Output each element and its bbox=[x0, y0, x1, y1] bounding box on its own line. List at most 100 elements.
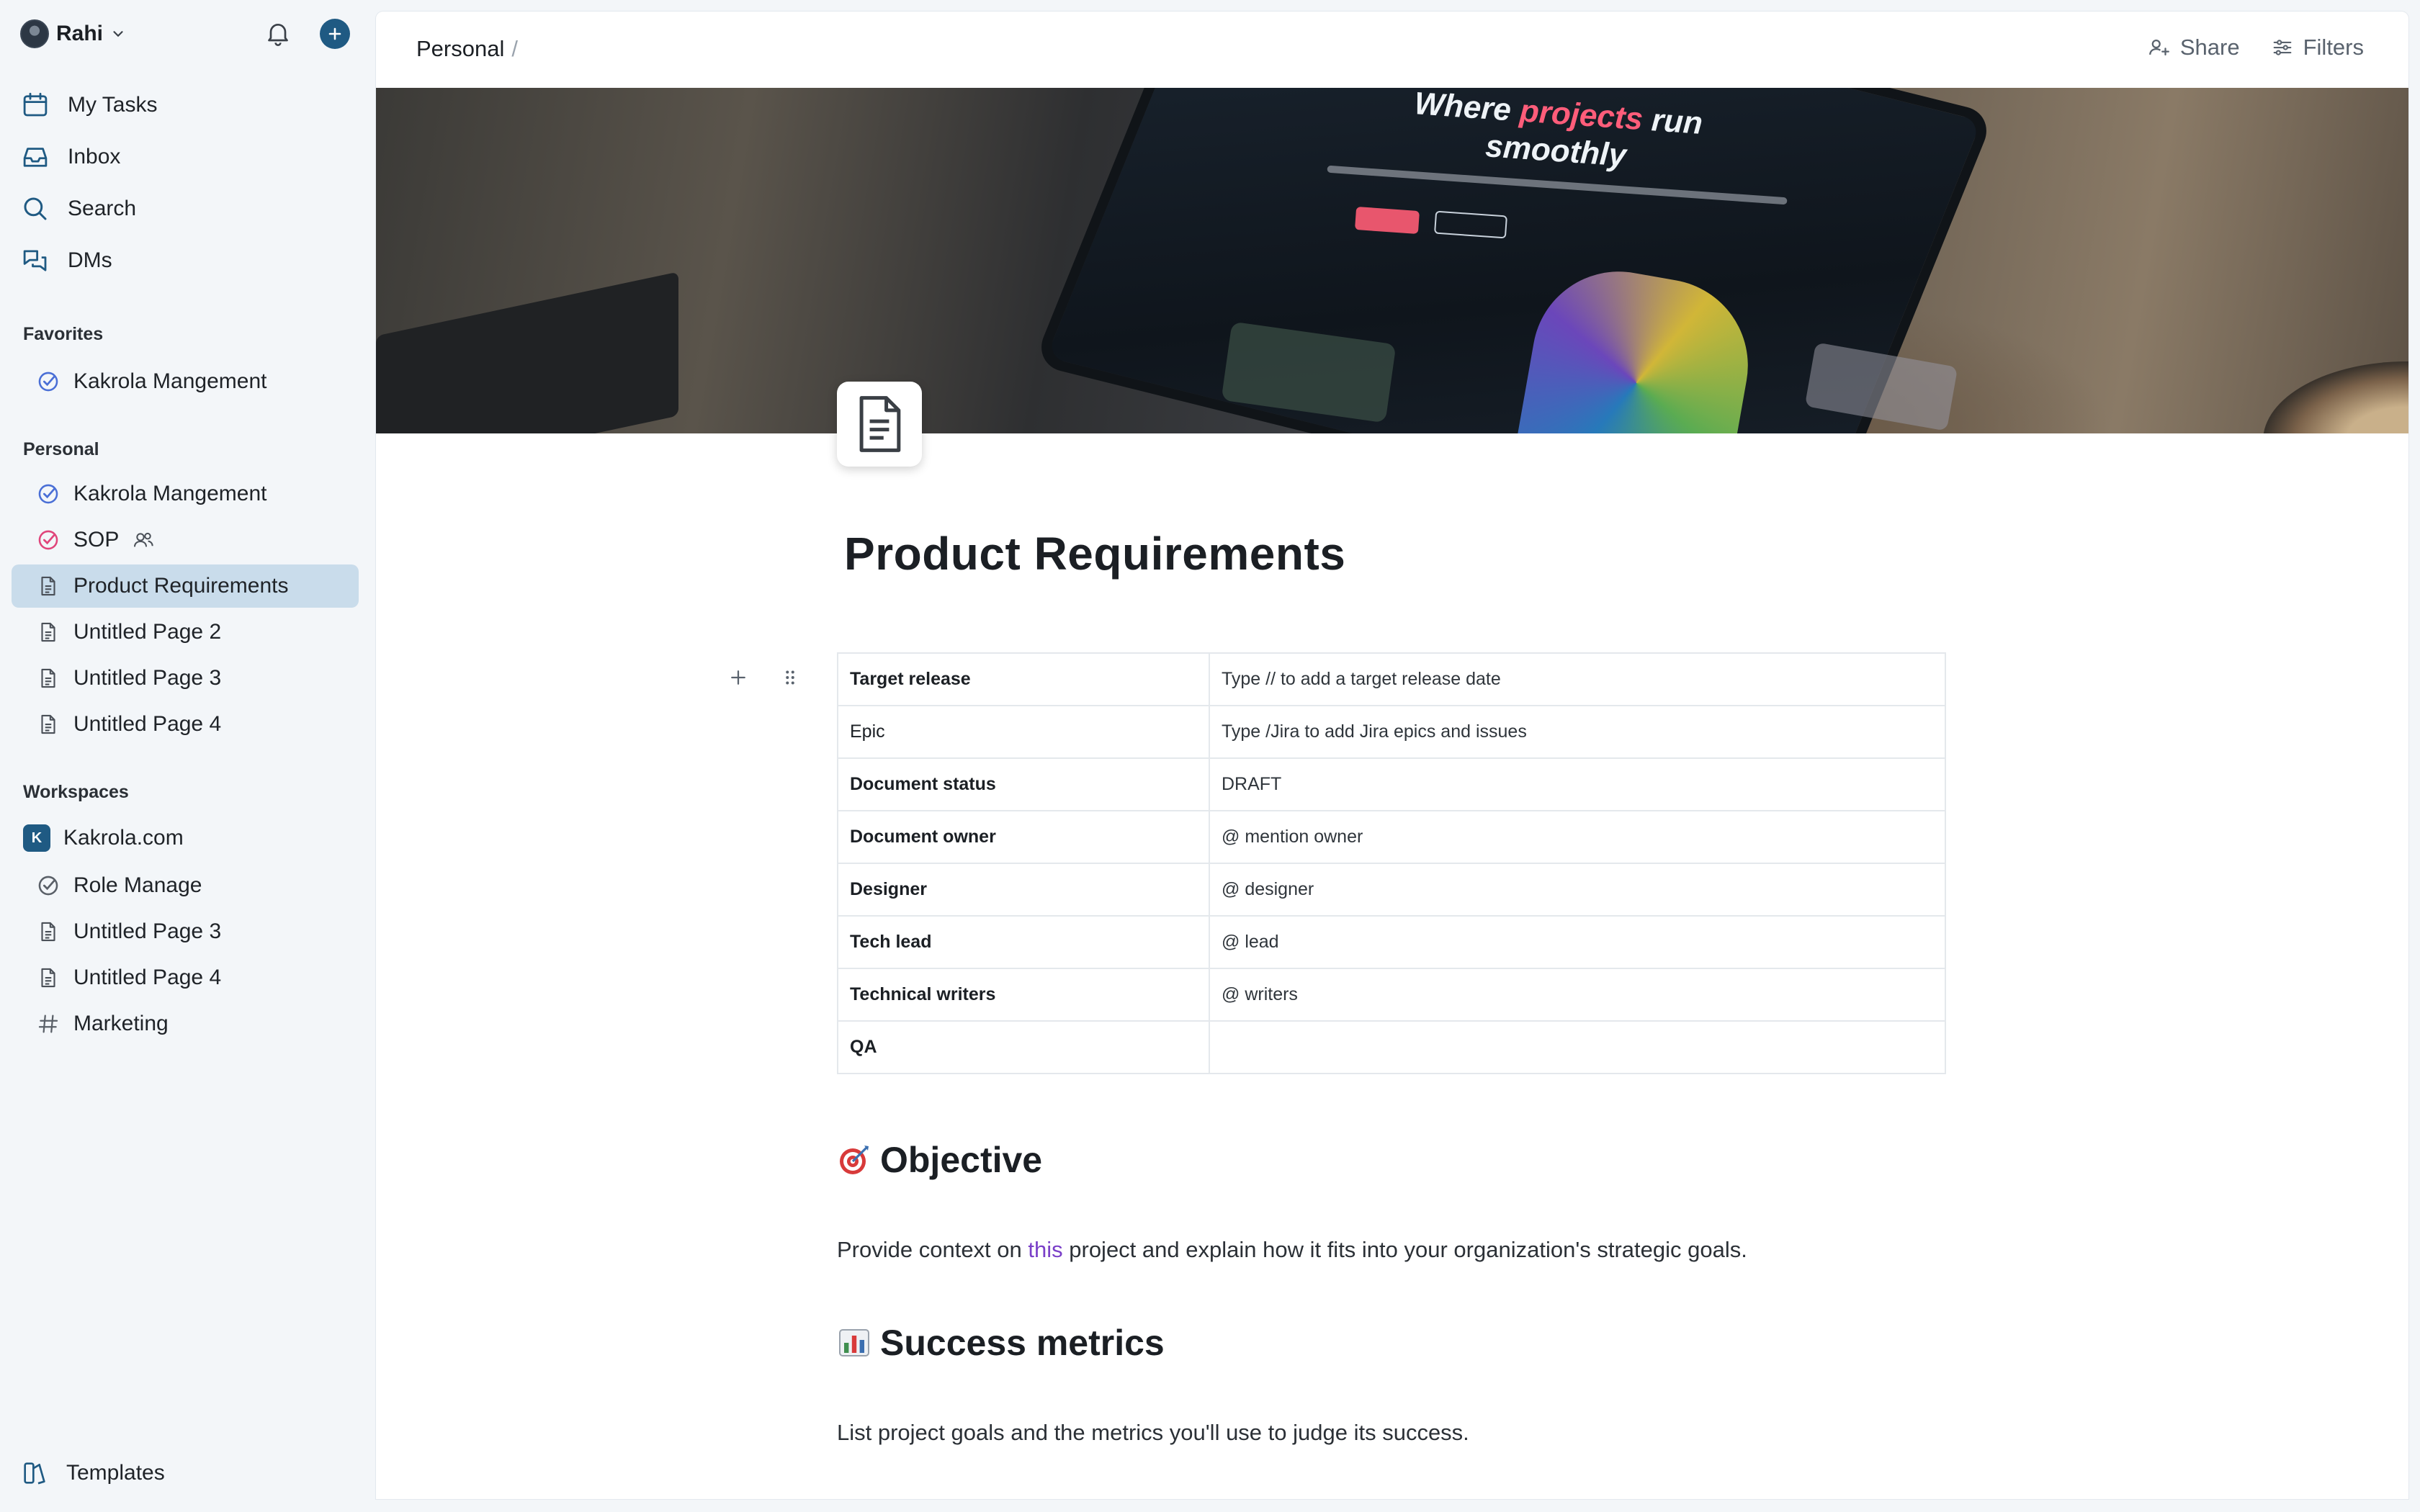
bell-icon[interactable] bbox=[264, 19, 292, 48]
nav-inbox[interactable]: Inbox bbox=[20, 135, 359, 179]
document-icon bbox=[41, 622, 55, 642]
filters-button[interactable]: Filters bbox=[2270, 35, 2364, 60]
cover-notebook bbox=[376, 271, 678, 433]
workspace-item-marketing[interactable]: Marketing bbox=[12, 1002, 359, 1045]
workspace-item-untitled-4[interactable]: Untitled Page 4 bbox=[12, 956, 359, 999]
success-metrics-text[interactable]: List project goals and the metrics you'l… bbox=[837, 1420, 1469, 1446]
personal-item-product-requirements[interactable]: Product Requirements bbox=[12, 564, 359, 608]
add-user-icon bbox=[2148, 39, 2169, 56]
personal-item-kakrola[interactable]: Kakrola Mangement bbox=[12, 472, 359, 516]
page-icon[interactable] bbox=[837, 382, 922, 467]
side-item-label: Role Manage bbox=[73, 873, 202, 897]
personal-item-sop[interactable]: SOP bbox=[12, 518, 359, 562]
table-row: Document owner @ mention owner bbox=[837, 810, 1946, 864]
user-name: Rahi bbox=[56, 22, 104, 45]
nav-dms[interactable]: DMs bbox=[20, 239, 359, 282]
nav-label: Inbox bbox=[68, 145, 121, 168]
cover-image[interactable]: Where projects run smoothly bbox=[376, 88, 2408, 433]
property-key: Tech lead bbox=[837, 915, 1210, 969]
success-metrics-heading[interactable]: Success metrics bbox=[837, 1322, 1165, 1364]
personal-item-untitled-4[interactable]: Untitled Page 4 bbox=[12, 703, 359, 746]
table-row: QA bbox=[837, 1020, 1946, 1074]
table-row: Epic Type /Jira to add Jira epics and is… bbox=[837, 705, 1946, 759]
properties-table: Target release Type // to add a target r… bbox=[837, 652, 1946, 1074]
main-panel: Personal / Share Filters Where projects r… bbox=[376, 12, 2408, 1499]
side-item-label: Untitled Page 4 bbox=[73, 712, 222, 736]
target-icon bbox=[840, 1146, 869, 1174]
property-value[interactable]: @ designer bbox=[1209, 863, 1946, 917]
user-menu[interactable]: Rahi bbox=[20, 17, 126, 50]
section-workspaces: Workspaces bbox=[23, 782, 129, 802]
property-value[interactable]: DRAFT bbox=[1209, 757, 1946, 811]
breadcrumb: Personal / bbox=[416, 36, 518, 62]
sliders-icon bbox=[2273, 40, 2292, 55]
property-value[interactable]: Type /Jira to add Jira epics and issues bbox=[1209, 705, 1946, 759]
add-button[interactable] bbox=[320, 19, 350, 49]
section-favorites: Favorites bbox=[23, 324, 104, 344]
table-row: Technical writers @ writers bbox=[837, 968, 1946, 1022]
side-item-label: Kakrola Mangement bbox=[73, 482, 267, 505]
workspace-item-role-manage[interactable]: Role Manage bbox=[12, 864, 359, 907]
inbox-icon bbox=[23, 148, 48, 167]
table-row: Designer @ designer bbox=[837, 863, 1946, 917]
breadcrumb-personal[interactable]: Personal bbox=[416, 36, 504, 61]
side-item-label: Untitled Page 3 bbox=[73, 919, 222, 943]
objective-text[interactable]: Provide context on this project and expl… bbox=[837, 1237, 1747, 1263]
share-button[interactable]: Share bbox=[2147, 35, 2240, 60]
property-value[interactable]: @ writers bbox=[1209, 968, 1946, 1022]
property-value[interactable]: Type // to add a target release date bbox=[1209, 652, 1946, 706]
cover-coffee-cup bbox=[2263, 361, 2408, 433]
cover-headline-2: run bbox=[1650, 102, 1704, 141]
cover-button-primary bbox=[1354, 206, 1420, 235]
cover-button-secondary bbox=[1434, 210, 1507, 239]
hash-icon bbox=[38, 1014, 58, 1033]
check-circle-icon bbox=[38, 372, 58, 392]
cover-headline-accent: projects bbox=[1518, 93, 1644, 138]
workspace-kakrola[interactable]: K Kakrola.com bbox=[23, 816, 362, 860]
workspace-badge: K bbox=[23, 824, 50, 852]
nav-search[interactable]: Search bbox=[20, 187, 359, 230]
bar-chart-icon bbox=[839, 1329, 869, 1356]
section-personal: Personal bbox=[23, 439, 99, 459]
property-key: Designer bbox=[837, 863, 1210, 917]
side-item-label: Product Requirements bbox=[73, 574, 289, 598]
objective-heading[interactable]: Objective bbox=[837, 1139, 1042, 1181]
plus-icon bbox=[328, 27, 341, 40]
personal-item-untitled-3[interactable]: Untitled Page 3 bbox=[12, 657, 359, 700]
block-handles bbox=[727, 667, 801, 688]
document-icon bbox=[41, 668, 55, 688]
objective-heading-text: Objective bbox=[880, 1140, 1043, 1180]
nav-my-tasks[interactable]: My Tasks bbox=[20, 84, 359, 127]
check-circle-icon bbox=[38, 484, 58, 504]
document-icon bbox=[859, 396, 901, 452]
avatar bbox=[20, 19, 49, 48]
templates-icon bbox=[24, 1462, 45, 1485]
side-item-label: Untitled Page 2 bbox=[73, 620, 222, 644]
favorite-item-kakrola[interactable]: Kakrola Mangement bbox=[12, 360, 359, 403]
property-key: QA bbox=[837, 1020, 1210, 1074]
property-value[interactable]: @ lead bbox=[1209, 915, 1946, 969]
topbar: Personal / Share Filters bbox=[376, 12, 2408, 88]
success-metrics-heading-text: Success metrics bbox=[880, 1323, 1165, 1363]
property-value[interactable]: @ mention owner bbox=[1209, 810, 1946, 864]
share-label: Share bbox=[2179, 35, 2240, 60]
property-key: Technical writers bbox=[837, 968, 1210, 1022]
objective-link[interactable]: this bbox=[1028, 1237, 1062, 1262]
property-key: Document status bbox=[837, 757, 1210, 811]
table-row: Target release Type // to add a target r… bbox=[837, 652, 1946, 706]
search-icon bbox=[24, 197, 47, 220]
property-key: Document owner bbox=[837, 810, 1210, 864]
page-title[interactable]: Product Requirements bbox=[844, 527, 1345, 580]
property-key: Epic bbox=[837, 705, 1210, 759]
templates-button[interactable]: Templates bbox=[20, 1452, 165, 1495]
personal-item-untitled-2[interactable]: Untitled Page 2 bbox=[12, 611, 359, 654]
document-icon bbox=[41, 922, 55, 942]
chat-icon bbox=[23, 250, 47, 271]
property-value[interactable] bbox=[1209, 1020, 1946, 1074]
workspace-item-untitled-3[interactable]: Untitled Page 3 bbox=[12, 910, 359, 953]
templates-label: Templates bbox=[66, 1461, 165, 1485]
plus-icon[interactable] bbox=[727, 667, 749, 688]
cover-headline-1: Where bbox=[1413, 88, 1512, 128]
drag-handle-icon[interactable] bbox=[779, 667, 801, 688]
document-icon bbox=[41, 714, 55, 734]
